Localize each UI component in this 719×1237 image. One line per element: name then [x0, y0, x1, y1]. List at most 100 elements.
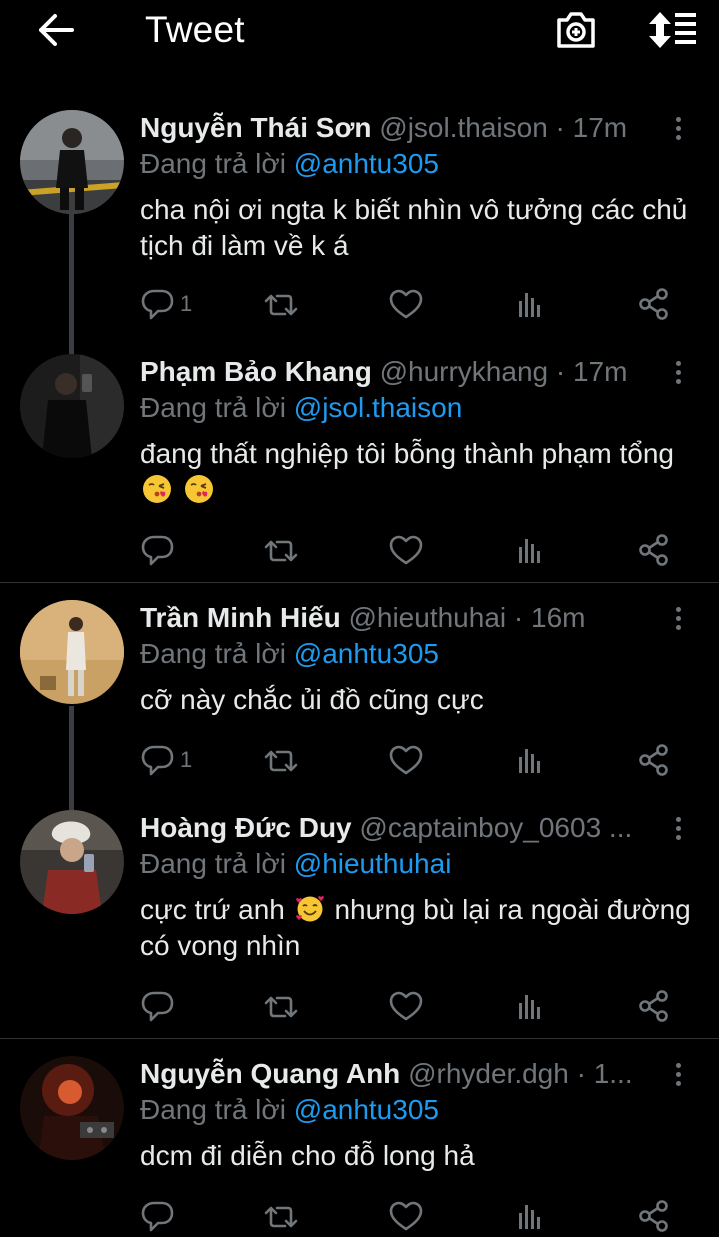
more-dots-icon: [675, 116, 681, 122]
retweet-button[interactable]: [263, 284, 299, 324]
smiling-face-with-hearts-emoji: [295, 896, 324, 922]
like-button[interactable]: [388, 986, 424, 1026]
author-name[interactable]: Nguyễn Thái Sơn: [140, 112, 371, 143]
replying-to: Đang trả lời @anhtu305: [140, 146, 439, 182]
kissing-face-emoji: [184, 475, 213, 503]
reply-button[interactable]: [140, 1196, 180, 1236]
author-name[interactable]: Nguyễn Quang Anh: [140, 1058, 400, 1089]
author-handle-time: @rhyder.dgh · 1...: [408, 1058, 633, 1089]
avatar[interactable]: [20, 1056, 124, 1160]
like-button[interactable]: [388, 530, 424, 570]
tweet[interactable]: Nguyễn Quang Anh @rhyder.dgh · 1... Đang…: [0, 1056, 719, 1237]
reply-icon: [141, 535, 174, 566]
share-button[interactable]: [636, 284, 672, 324]
author-handle-time: @jsol.thaison · 17m: [379, 112, 628, 143]
reply-icon: [141, 745, 174, 776]
tweet-actions: 1: [140, 740, 680, 780]
reply-button[interactable]: 1: [140, 284, 192, 324]
reply-button[interactable]: [140, 530, 180, 570]
retweet-icon: [264, 1206, 298, 1228]
heart-icon: [389, 1201, 423, 1231]
author-name[interactable]: Phạm Bảo Khang: [140, 356, 372, 387]
replying-to-handle[interactable]: @anhtu305: [294, 148, 439, 179]
views-button[interactable]: [512, 740, 548, 780]
more-options-button[interactable]: [665, 1056, 691, 1092]
replying-to-label: Đang trả lời: [140, 848, 286, 879]
back-button[interactable]: [34, 10, 78, 50]
retweet-icon: [264, 540, 298, 562]
more-dots-icon: [675, 1062, 681, 1068]
avatar[interactable]: [20, 600, 124, 704]
tweet-text-content: đang thất nghiệp tôi bỗng thành phạm tổn…: [140, 438, 674, 469]
tweet-header: Nguyễn Thái Sơn @jsol.thaison · 17m: [140, 110, 660, 146]
arrow-left-icon: [39, 14, 74, 46]
views-button[interactable]: [512, 986, 548, 1026]
tweet[interactable]: Phạm Bảo Khang @hurrykhang · 17m Đang tr…: [0, 354, 719, 574]
tweet-header: Nguyễn Quang Anh @rhyder.dgh · 1...: [140, 1056, 660, 1092]
retweet-button[interactable]: [263, 530, 299, 570]
heart-icon: [389, 535, 423, 565]
avatar[interactable]: [20, 354, 124, 458]
camera-button[interactable]: [552, 8, 600, 52]
tweet-actions: [140, 530, 680, 570]
retweet-button[interactable]: [263, 740, 299, 780]
like-button[interactable]: [388, 1196, 424, 1236]
replying-to-label: Đang trả lời: [140, 638, 286, 669]
heart-icon: [389, 991, 423, 1021]
share-button[interactable]: [636, 530, 672, 570]
author-handle-time: @hieuthuhai · 16m: [348, 602, 586, 633]
like-button[interactable]: [388, 740, 424, 780]
share-icon: [639, 990, 668, 1022]
sort-button[interactable]: [646, 8, 700, 52]
more-dots-icon: [675, 816, 681, 822]
tweet-actions: 1: [140, 284, 680, 324]
retweet-button[interactable]: [263, 1196, 299, 1236]
replying-to-handle[interactable]: @jsol.thaison: [294, 392, 463, 423]
heart-icon: [389, 745, 423, 775]
replying-to: Đang trả lời @anhtu305: [140, 1092, 439, 1128]
tweet[interactable]: Nguyễn Thái Sơn @jsol.thaison · 17m Đang…: [0, 110, 719, 330]
share-icon: [639, 288, 668, 320]
more-dots-icon: [675, 360, 681, 366]
share-button[interactable]: [636, 740, 672, 780]
views-button[interactable]: [512, 284, 548, 324]
tweet-header: Trần Minh Hiếu @hieuthuhai · 16m: [140, 600, 660, 636]
author-handle-time: @hurrykhang · 17m: [379, 356, 628, 387]
replying-to-label: Đang trả lời: [140, 392, 286, 423]
reply-button[interactable]: [140, 986, 180, 1026]
share-button[interactable]: [636, 1196, 672, 1236]
retweet-icon: [264, 750, 298, 772]
more-options-button[interactable]: [665, 600, 691, 636]
tweet-text: cha nội ơi ngta k biết nhìn vô tưởng các…: [140, 194, 688, 261]
views-button[interactable]: [512, 1196, 548, 1236]
retweet-button[interactable]: [263, 986, 299, 1026]
sort-icon: [649, 12, 696, 48]
bar-chart-icon: [519, 539, 540, 563]
reply-count: 1: [180, 747, 193, 772]
avatar[interactable]: [20, 110, 124, 214]
share-icon: [639, 1200, 668, 1232]
more-options-button[interactable]: [665, 810, 691, 846]
author-name[interactable]: Hoàng Đức Duy: [140, 812, 352, 843]
replying-to-label: Đang trả lời: [140, 1094, 286, 1125]
reply-button[interactable]: 1: [140, 740, 192, 780]
tweet-header: Hoàng Đức Duy @captainboy_0603 ...: [140, 810, 660, 846]
replying-to-handle[interactable]: @anhtu305: [294, 1094, 439, 1125]
replying-to-handle[interactable]: @anhtu305: [294, 638, 439, 669]
more-dots-icon: [675, 606, 681, 612]
avatar[interactable]: [20, 810, 124, 914]
more-options-button[interactable]: [665, 354, 691, 390]
tweet[interactable]: Hoàng Đức Duy @captainboy_0603 ... Đang …: [0, 810, 719, 1030]
like-button[interactable]: [388, 284, 424, 324]
heart-icon: [389, 289, 423, 319]
bar-chart-icon: [519, 1205, 540, 1229]
author-name[interactable]: Trần Minh Hiếu: [140, 602, 341, 633]
reply-count: 1: [180, 291, 193, 316]
tweet-text: cỡ này chắc ủi đồ cũng cực: [140, 684, 484, 715]
views-button[interactable]: [512, 530, 548, 570]
tweet[interactable]: Trần Minh Hiếu @hieuthuhai · 16m Đang tr…: [0, 600, 719, 800]
replying-to-handle[interactable]: @hieuthuhai: [294, 848, 452, 879]
share-button[interactable]: [636, 986, 672, 1026]
camera-add-icon: [557, 12, 595, 48]
more-options-button[interactable]: [665, 110, 691, 146]
